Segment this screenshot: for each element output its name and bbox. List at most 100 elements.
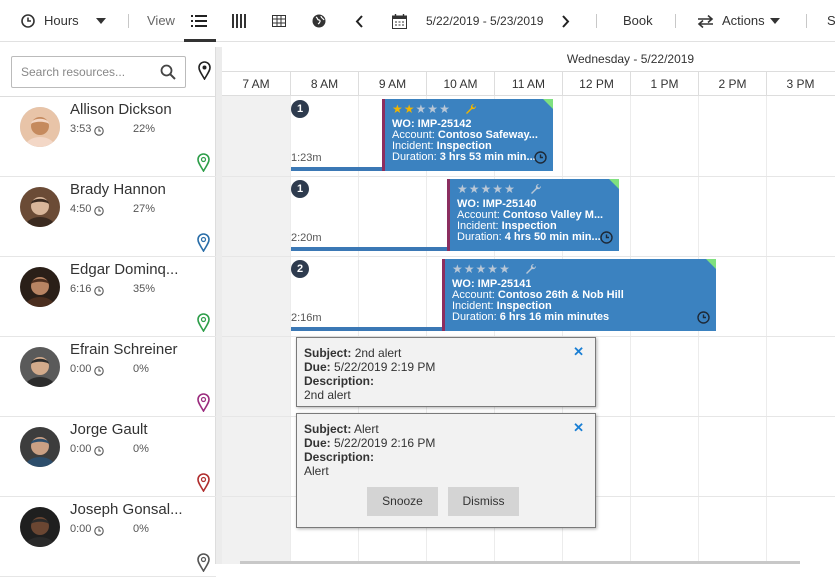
resource-row[interactable]: Allison Dickson 3:53 22%: [0, 97, 216, 177]
swap-arrows-icon[interactable]: [696, 12, 714, 30]
next-icon[interactable]: [557, 12, 575, 30]
wrench-icon: [525, 263, 537, 278]
map-pin-icon[interactable]: [197, 313, 210, 337]
alert-description-label: Description:: [304, 450, 375, 464]
hour-label: 1 PM: [630, 72, 698, 96]
list-view-icon[interactable]: [190, 12, 208, 30]
chevron-down-icon[interactable]: [92, 12, 110, 30]
incident-label: Incident:: [457, 221, 499, 232]
rating-star-icon: ★: [463, 262, 476, 276]
incident-type: Inspection: [436, 141, 492, 152]
clock-icon: [94, 523, 104, 541]
map-pin-icon[interactable]: [197, 153, 210, 177]
hour-label: 11 AM: [494, 72, 562, 96]
booking-card[interactable]: ★★★★★ WO: IMP-25142 Account: Contoso Saf…: [382, 99, 553, 171]
wo-label: WO:: [452, 279, 475, 290]
account-label: Account:: [457, 210, 500, 221]
row-gridline: [222, 176, 835, 177]
duration-value: 3 hrs 53 min min...: [439, 152, 536, 163]
wrench-icon: [465, 103, 477, 118]
search-input[interactable]: [21, 57, 161, 87]
resource-name[interactable]: Jorge Gault: [70, 421, 148, 438]
actions-button[interactable]: Actions: [722, 0, 765, 42]
calendar-icon[interactable]: [390, 12, 408, 30]
avatar[interactable]: [20, 427, 60, 467]
resource-row[interactable]: Jorge Gault 0:00 0%: [0, 417, 216, 497]
map-view-icon[interactable]: [310, 12, 328, 30]
alert-subject-label: Subject:: [304, 346, 352, 360]
wrench-icon: [530, 183, 542, 198]
work-order-number: IMP-25141: [477, 279, 532, 290]
duration-label: Duration:: [457, 232, 502, 243]
resource-hours: 0:00: [70, 443, 92, 455]
resource-hours: 3:53: [70, 123, 92, 135]
avatar[interactable]: [20, 187, 60, 227]
search-icon[interactable]: [160, 64, 176, 85]
grid-view-icon[interactable]: [270, 12, 288, 30]
avatar[interactable]: [20, 347, 60, 387]
resource-name[interactable]: Allison Dickson: [70, 101, 172, 118]
resource-name[interactable]: Efrain Schreiner: [70, 341, 178, 358]
resource-utilization: 0%: [133, 443, 149, 455]
resource-name[interactable]: Brady Hannon: [70, 181, 166, 198]
rating-star-icon: ★: [492, 182, 505, 196]
avatar[interactable]: [20, 507, 60, 547]
close-icon[interactable]: ✕: [573, 344, 584, 360]
map-pin-icon[interactable]: [197, 393, 210, 417]
map-pin-icon[interactable]: [197, 553, 210, 577]
booking-card[interactable]: ★★★★★ WO: IMP-25141 Account: Contoso 26t…: [442, 259, 716, 331]
resource-name[interactable]: Joseph Gonsal...: [70, 501, 183, 518]
alert-due: 5/22/2019 2:16 PM: [334, 436, 436, 450]
hours-dropdown-label[interactable]: Hours: [44, 0, 79, 42]
travel-time: 2:16m: [291, 312, 322, 324]
map-pin-icon[interactable]: [198, 61, 211, 85]
avatar[interactable]: [20, 267, 60, 307]
rating-star-icon: ★: [499, 262, 511, 276]
chevron-down-icon[interactable]: [766, 12, 784, 30]
status-corner: [609, 179, 619, 189]
rating-star-icon: ★: [427, 102, 440, 116]
toolbar-separator: [128, 14, 129, 28]
resource-utilization: 27%: [133, 203, 156, 215]
resource-name[interactable]: Edgar Dominq...: [70, 261, 178, 278]
map-pin-icon[interactable]: [197, 233, 210, 257]
dismiss-button[interactable]: Dismiss: [448, 487, 519, 516]
overflow-truncated[interactable]: S: [827, 0, 835, 42]
booking-count-badge: 1: [291, 180, 309, 198]
vertical-view-icon[interactable]: [230, 12, 248, 30]
resource-row[interactable]: Efrain Schreiner 0:00 0%: [0, 337, 216, 417]
day-header: Wednesday - 5/22/2019: [566, 52, 695, 66]
travel-bar: [291, 247, 447, 251]
book-button[interactable]: Book: [623, 0, 653, 42]
duration-value: 4 hrs 50 min min...: [504, 232, 601, 243]
hour-label: 9 AM: [358, 72, 426, 96]
date-range[interactable]: 5/22/2019 - 5/23/2019: [426, 0, 543, 42]
close-icon[interactable]: ✕: [573, 420, 584, 436]
resource-row[interactable]: Joseph Gonsal... 0:00 0%: [0, 497, 216, 577]
clock-icon: [600, 231, 613, 247]
rating-star-icon: ★: [487, 262, 500, 276]
account-name: Contoso Safeway...: [437, 130, 538, 141]
resource-hours: 4:50: [70, 203, 92, 215]
booking-card[interactable]: ★★★★★ WO: IMP-25140 Account: Contoso Val…: [447, 179, 619, 251]
previous-icon[interactable]: [350, 12, 368, 30]
duration-label: Duration:: [392, 152, 437, 163]
hour-label: 2 PM: [698, 72, 766, 96]
search-box: [11, 56, 186, 88]
account-label: Account:: [452, 290, 495, 301]
alert-popup-1: Subject: 2nd alert Due: 5/22/2019 2:19 P…: [296, 337, 596, 407]
map-pin-icon[interactable]: [197, 473, 210, 497]
snooze-button[interactable]: Snooze: [367, 487, 438, 516]
toolbar-separator: [806, 14, 807, 28]
resource-row[interactable]: Brady Hannon 4:50 27%: [0, 177, 216, 257]
avatar[interactable]: [20, 107, 60, 147]
clock-icon[interactable]: [19, 12, 37, 30]
resource-row[interactable]: Edgar Dominq... 6:16 35%: [0, 257, 216, 337]
selected-view-indicator: [184, 39, 216, 42]
duration-value: 6 hrs 16 min minutes: [499, 312, 610, 323]
wo-label: WO:: [392, 119, 415, 130]
wo-label: WO:: [457, 199, 480, 210]
travel-time: 2:20m: [291, 232, 322, 244]
status-corner: [706, 259, 716, 269]
rating-stars: ★★★★★: [457, 183, 516, 195]
